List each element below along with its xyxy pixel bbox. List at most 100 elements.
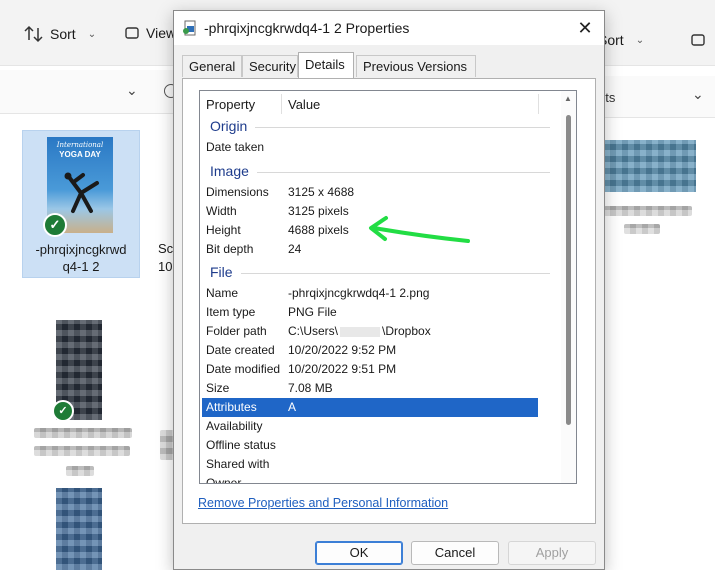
group-divider [210,172,550,173]
property-value: 3125 x 4688 [288,185,355,199]
dialog-titlebar: -phrqixjncgkrwdq4-1 2 Properties ✕ [174,11,604,45]
group-image: Image [210,163,550,183]
details-panel: Property Value ▲ Origin Date taken Image [182,78,596,524]
thumb-title-line1: International [56,141,104,149]
view-button[interactable]: View [124,25,176,41]
folder-path-suffix: \Dropbox [382,324,431,338]
table-row[interactable]: Dimensions 3125 x 4688 [202,183,538,202]
explorer-address-bar: ots ⌄ [598,76,715,118]
property-key: Offline status [206,438,276,452]
column-divider[interactable] [281,94,282,114]
table-row-selected[interactable]: Attributes A [202,398,538,417]
table-row[interactable]: Item type PNG File [202,303,538,322]
thumb-title-line2: YOGA DAY [59,150,101,159]
table-row[interactable]: Date taken [202,138,538,157]
group-origin: Origin [210,118,550,138]
view-label: View [146,25,177,41]
property-key: Name [206,286,239,300]
property-key: Height [206,223,241,237]
properties-dialog: -phrqixjncgkrwdq4-1 2 Properties ✕ Gener… [173,10,605,570]
pixelated-filename [34,428,132,438]
property-value: -phrqixjncgkrwdq4-1 2.png [288,286,430,300]
property-value-folder-path: C:\Users\ \Dropbox [288,324,431,338]
redacted-username [340,326,381,337]
group-divider [210,127,550,128]
property-value: 3125 pixels [288,204,349,218]
property-value: 10/20/2022 9:52 PM [288,343,397,357]
table-row[interactable]: Folder path C:\Users\ \Dropbox [202,322,538,341]
explorer-toolbar: Sort ⌄ View [0,0,180,66]
vertical-scrollbar[interactable]: ▲ [561,91,576,483]
property-key: Date created [206,343,275,357]
table-row[interactable]: Name -phrqixjncgkrwdq4-1 2.png [202,284,538,303]
pixelated-filename [604,206,692,216]
dialog-title: -phrqixjncgkrwdq4-1 2 Properties [204,20,410,36]
file-name-line1: -phrqixjncgkrwd [35,242,127,257]
group-label-origin: Origin [210,118,256,134]
file-name: -phrqixjncgkrwd q4-1 2 [23,241,139,275]
property-value: 24 [288,242,302,256]
png-file-icon [183,20,196,36]
tab-details[interactable]: Details [298,52,354,78]
annotation-arrow-icon [369,216,470,243]
table-row[interactable]: Date modified 10/20/2022 9:51 PM [202,360,538,379]
property-key: Availability [206,419,263,433]
scroll-thumb[interactable] [566,115,571,425]
view-icon [125,27,139,39]
chevron-down-icon: ⌄ [635,34,645,46]
explorer-address-bar: ⌄ [0,70,180,114]
property-value: 4688 pixels [288,223,349,237]
property-key: Date modified [206,362,281,376]
explorer-left-pane: Sort ⌄ View ⌄ International YOGA DAY ✓ -… [0,0,180,570]
list-header: Property Value [200,91,576,117]
apply-button[interactable]: Apply [508,541,596,565]
group-file: File [210,264,550,284]
tab-previous-versions[interactable]: Previous Versions [356,55,476,77]
cancel-button[interactable]: Cancel [411,541,499,565]
property-key: Bit depth [206,242,254,256]
sync-check-icon: ✓ [43,213,67,237]
tab-security[interactable]: Security [242,55,298,77]
selected-file-tile[interactable]: International YOGA DAY ✓ -phrqixjncgkrwd… [22,130,140,278]
property-value: PNG File [288,305,337,319]
ok-button[interactable]: OK [315,541,403,565]
column-header-value[interactable]: Value [288,97,320,112]
property-key: Item type [206,305,256,319]
table-row[interactable]: Owner [202,474,538,483]
view-icon[interactable] [690,32,706,48]
property-key: Date taken [206,140,265,154]
property-key: Folder path [206,324,267,338]
remove-properties-link[interactable]: Remove Properties and Personal Informati… [198,496,448,510]
table-row[interactable]: Offline status [202,436,538,455]
pixelated-filename [34,446,130,456]
tab-general[interactable]: General [182,55,242,77]
explorer-right-pane: Sort ⌄ ots ⌄ [598,0,715,570]
property-value: A [288,400,297,414]
property-key: Shared with [206,457,270,471]
pixelated-filename [624,224,660,234]
property-value: 10/20/2022 9:51 PM [288,362,397,376]
property-key: Width [206,204,237,218]
table-row[interactable]: Size 7.08 MB [202,379,538,398]
group-divider [210,273,550,274]
property-key: Size [206,381,230,395]
close-icon[interactable]: ✕ [570,15,600,41]
sort-button[interactable]: Sort ⌄ [24,25,96,43]
sort-label: Sort [50,26,76,42]
pixelated-filename [66,466,94,476]
scroll-up-icon[interactable]: ▲ [564,94,572,103]
column-divider[interactable] [538,94,539,114]
pixelated-thumbnail[interactable] [604,140,696,192]
properties-list[interactable]: Property Value ▲ Origin Date taken Image [199,90,577,484]
column-header-property[interactable]: Property [206,97,255,112]
chevron-down-icon[interactable]: ⌄ [126,82,138,99]
table-row[interactable]: Date created 10/20/2022 9:52 PM [202,341,538,360]
group-label-file: File [210,264,241,280]
yoga-figure-icon [64,172,99,213]
table-row[interactable]: Shared with [202,455,538,474]
chevron-down-icon: ⌄ [87,28,97,40]
pixelated-thumbnail[interactable] [56,488,102,570]
chevron-down-icon[interactable]: ⌄ [692,86,704,103]
table-row[interactable]: Availability [202,417,538,436]
group-label-image: Image [210,163,257,179]
